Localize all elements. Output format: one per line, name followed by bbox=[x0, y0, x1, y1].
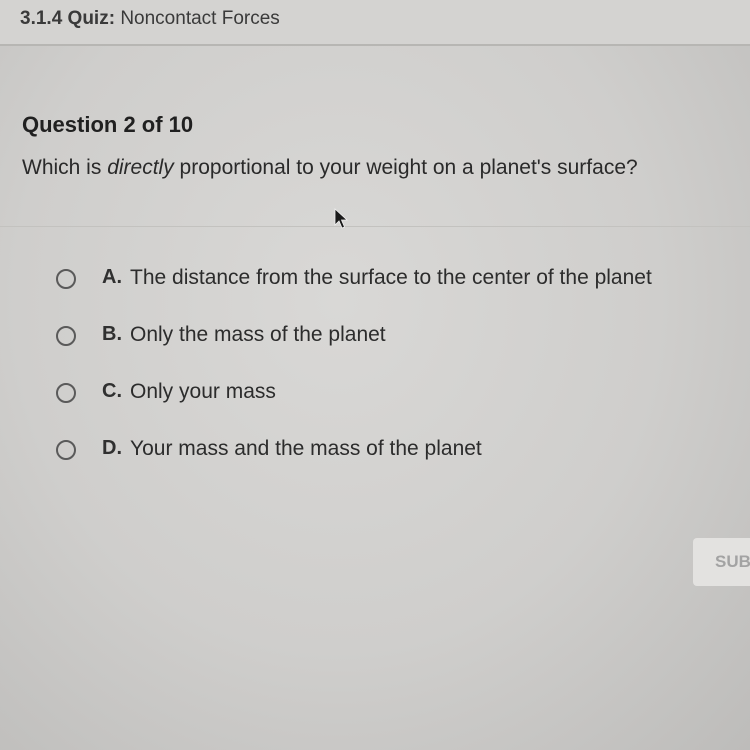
question-divider bbox=[0, 226, 750, 227]
option-a-text: The distance from the surface to the cen… bbox=[130, 266, 652, 289]
option-a-letter: A. bbox=[102, 266, 122, 288]
option-d[interactable]: D. Your mass and the mass of the planet bbox=[56, 437, 750, 494]
quiz-page: 3.1.4 Quiz: Noncontact Forces Question 2… bbox=[0, 0, 750, 750]
answer-options: A. The distance from the surface to the … bbox=[56, 266, 750, 494]
quiz-header: 3.1.4 Quiz: Noncontact Forces bbox=[0, 0, 750, 46]
option-b-text: Only the mass of the planet bbox=[130, 323, 386, 346]
mouse-pointer-icon bbox=[334, 208, 348, 229]
question-text: Which is directly proportional to your w… bbox=[22, 156, 742, 180]
quiz-kind: Quiz: bbox=[67, 8, 116, 29]
radio-d[interactable] bbox=[56, 440, 76, 460]
quiz-id: 3.1.4 bbox=[20, 8, 63, 29]
question-block: Question 2 of 10 Which is directly propo… bbox=[22, 112, 742, 180]
question-number: Question 2 of 10 bbox=[22, 112, 194, 137]
option-d-text: Your mass and the mass of the planet bbox=[130, 437, 482, 460]
option-c[interactable]: C. Only your mass bbox=[56, 380, 750, 437]
option-c-text: Only your mass bbox=[130, 380, 276, 403]
question-text-before: Which is bbox=[22, 156, 108, 179]
option-a[interactable]: A. The distance from the surface to the … bbox=[56, 266, 750, 323]
submit-button[interactable]: SUB bbox=[693, 538, 750, 586]
radio-a[interactable] bbox=[56, 269, 76, 289]
quiz-title: 3.1.4 Quiz: Noncontact Forces bbox=[20, 8, 280, 30]
option-c-letter: C. bbox=[102, 380, 122, 402]
option-d-letter: D. bbox=[102, 437, 122, 459]
option-b[interactable]: B. Only the mass of the planet bbox=[56, 323, 750, 380]
radio-b[interactable] bbox=[56, 326, 76, 346]
quiz-name: Noncontact Forces bbox=[120, 8, 280, 29]
question-text-after: proportional to your weight on a planet'… bbox=[173, 156, 638, 179]
radio-c[interactable] bbox=[56, 383, 76, 403]
question-text-emphasis: directly bbox=[107, 156, 174, 179]
option-b-letter: B. bbox=[102, 323, 122, 345]
